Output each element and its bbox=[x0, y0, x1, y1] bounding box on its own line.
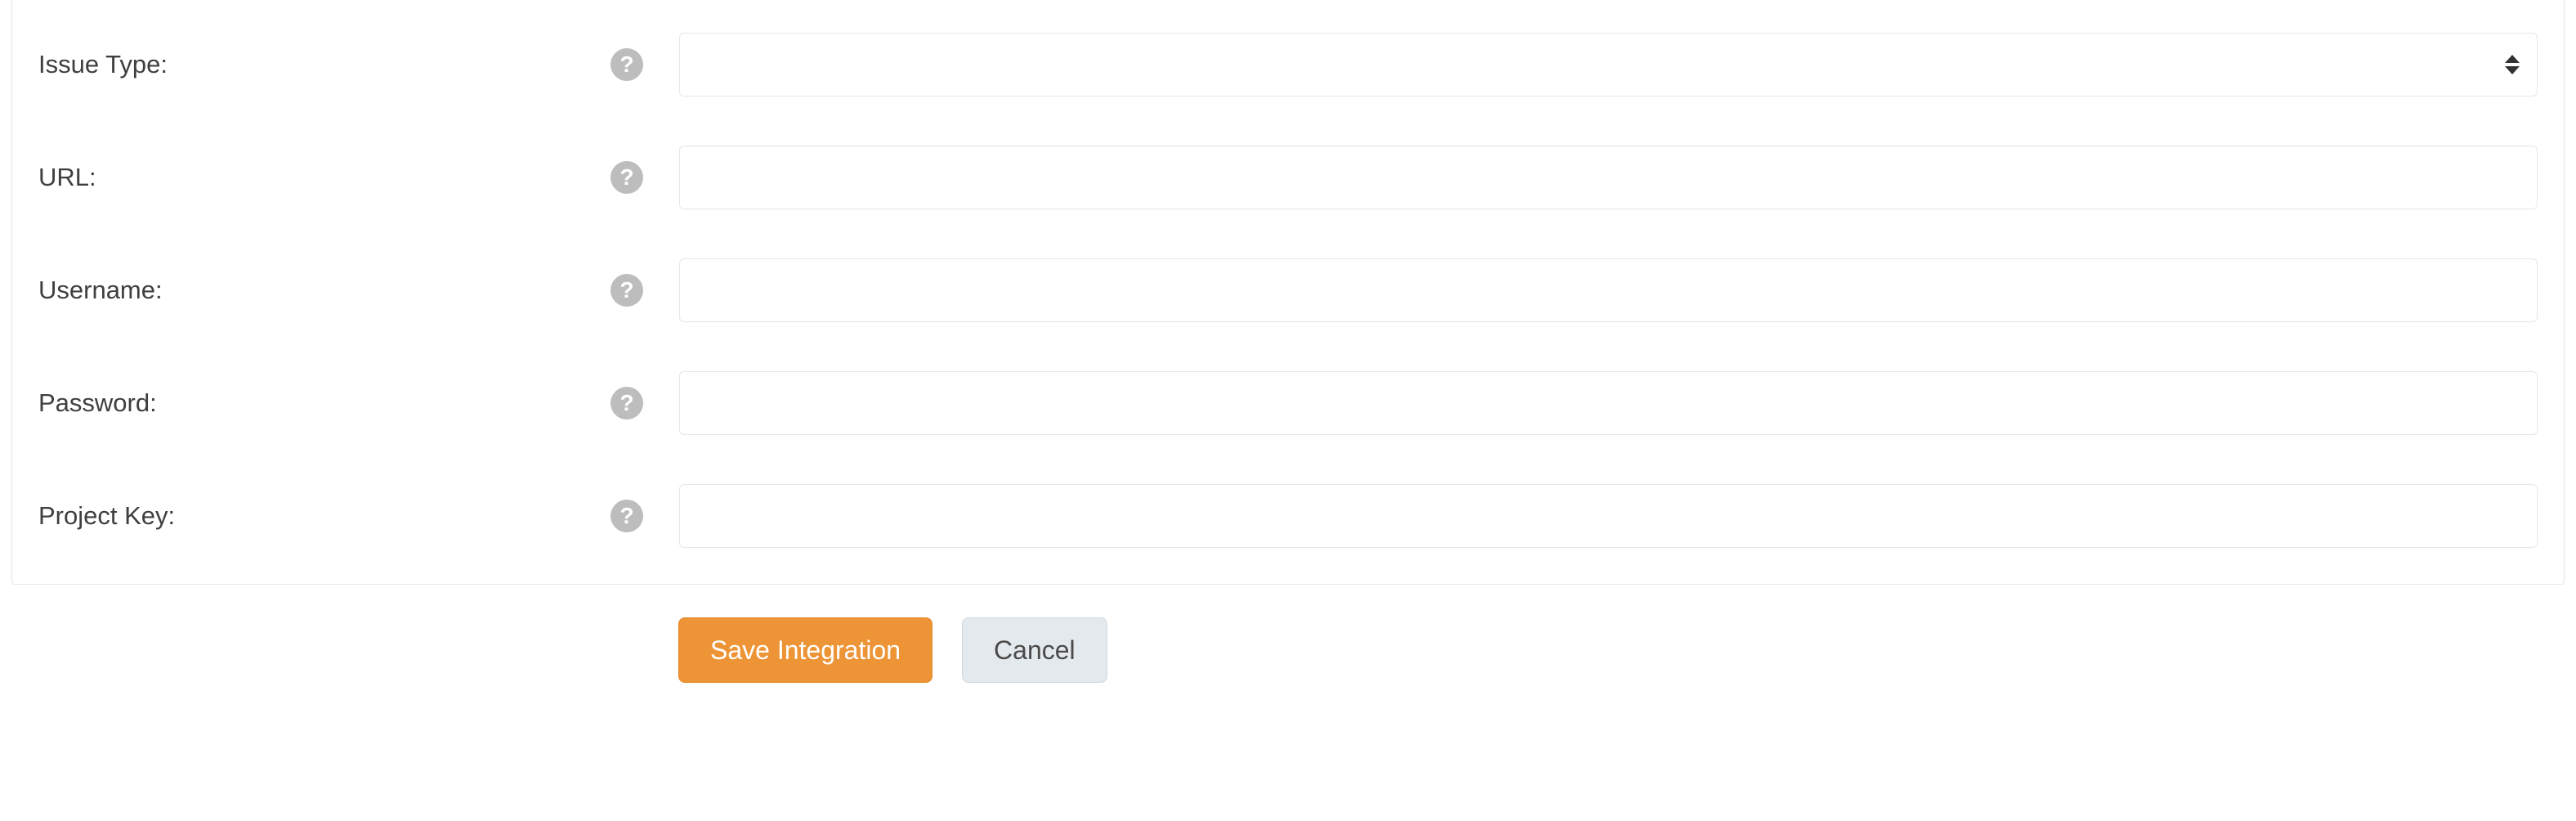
input-col bbox=[679, 146, 2538, 209]
input-col bbox=[679, 258, 2538, 322]
input-col bbox=[679, 33, 2538, 96]
help-icon[interactable]: ? bbox=[610, 161, 643, 194]
password-label: Password: bbox=[38, 388, 610, 418]
help-icon[interactable]: ? bbox=[610, 387, 643, 419]
field-row-password: Password: ? bbox=[38, 371, 2538, 435]
help-icon[interactable]: ? bbox=[610, 274, 643, 307]
field-row-issue-type: Issue Type: ? bbox=[38, 33, 2538, 96]
field-row-username: Username: ? bbox=[38, 258, 2538, 322]
form-button-row: Save Integration Cancel bbox=[678, 585, 2576, 683]
integration-form-panel: Issue Type: ? URL: ? Username: ? bbox=[11, 0, 2565, 585]
help-icon[interactable]: ? bbox=[610, 48, 643, 81]
cancel-button[interactable]: Cancel bbox=[962, 617, 1107, 683]
help-col: ? bbox=[610, 500, 679, 532]
help-col: ? bbox=[610, 274, 679, 307]
password-input[interactable] bbox=[679, 371, 2538, 435]
field-row-url: URL: ? bbox=[38, 146, 2538, 209]
issue-type-select[interactable] bbox=[679, 33, 2538, 96]
help-icon[interactable]: ? bbox=[610, 500, 643, 532]
issue-type-select-wrapper bbox=[679, 33, 2538, 96]
url-input[interactable] bbox=[679, 146, 2538, 209]
help-col: ? bbox=[610, 48, 679, 81]
project-key-input[interactable] bbox=[679, 484, 2538, 548]
save-integration-button[interactable]: Save Integration bbox=[678, 617, 932, 683]
input-col bbox=[679, 484, 2538, 548]
username-label: Username: bbox=[38, 276, 610, 305]
project-key-label: Project Key: bbox=[38, 501, 610, 531]
username-input[interactable] bbox=[679, 258, 2538, 322]
url-label: URL: bbox=[38, 163, 610, 192]
input-col bbox=[679, 371, 2538, 435]
help-col: ? bbox=[610, 387, 679, 419]
issue-type-label: Issue Type: bbox=[38, 50, 610, 79]
help-col: ? bbox=[610, 161, 679, 194]
field-row-project-key: Project Key: ? bbox=[38, 484, 2538, 548]
